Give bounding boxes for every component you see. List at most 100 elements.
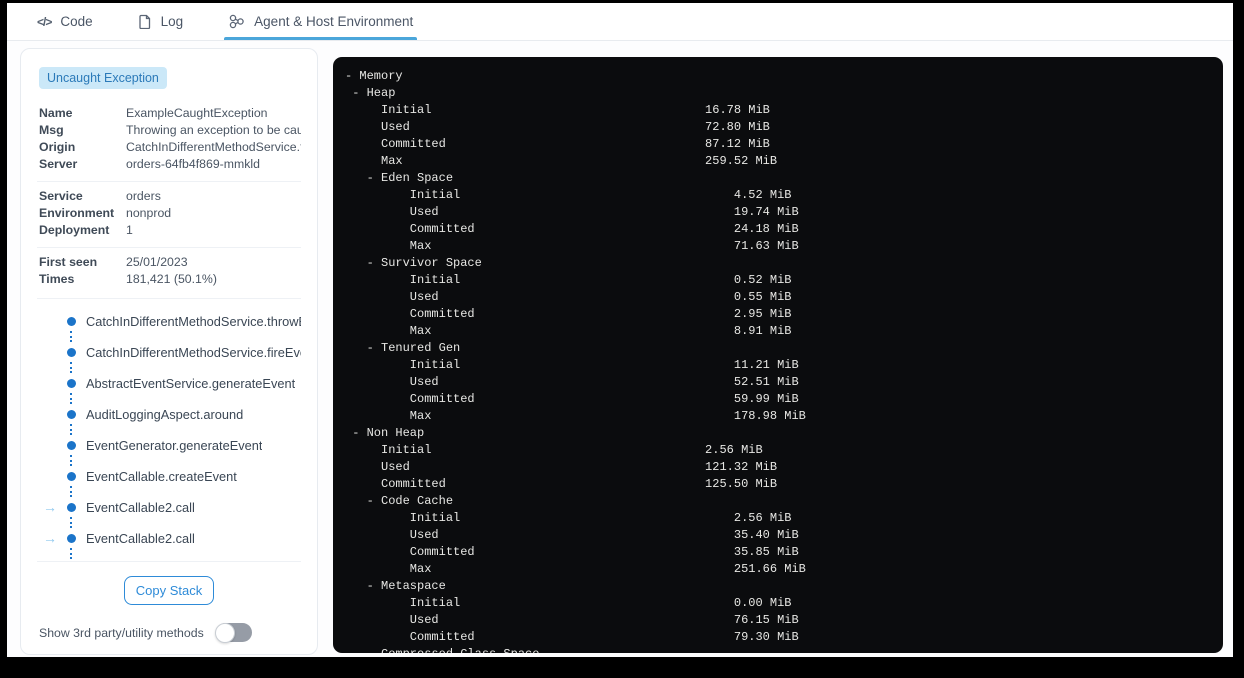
stack-connector	[70, 362, 301, 373]
memory-metric-line: Used 121.32 MiB	[345, 460, 778, 474]
tab-agent-host-environment[interactable]: Agent & Host Environment	[224, 3, 418, 40]
toggle-label: Show 3rd party/utility methods	[39, 625, 204, 640]
stack-frame[interactable]: EventCallable.createEvent	[37, 466, 301, 486]
memory-metric-line: Committed 79.30 MiB	[345, 630, 799, 644]
stack-frame[interactable]: EventGenerator.generateEvent	[37, 435, 301, 455]
exception-detail-groups: Name ExampleCaughtException Msg Throwing an…	[37, 99, 301, 296]
frame-marker-icon	[67, 347, 76, 357]
stack-connector	[70, 331, 301, 342]
stack-frame[interactable]: → EventCallable2.call	[37, 497, 301, 517]
detail-label: Name	[39, 106, 73, 120]
memory-metric-line: Initial 16.78 MiB	[345, 103, 770, 117]
stack-connector	[70, 424, 301, 435]
copy-stack-button[interactable]: Copy Stack	[123, 576, 215, 605]
tab-label: Code	[60, 14, 93, 29]
detail-label: Msg	[39, 123, 64, 137]
tab-bar: </> Code Log Agent & Host Environment	[7, 3, 1233, 41]
frame-marker-icon	[67, 502, 76, 512]
memory-metric-line: Committed 24.18 MiB	[345, 222, 799, 236]
detail-label: Server	[39, 157, 78, 171]
detail-row: Times 181,421 (50.1%)	[39, 271, 301, 288]
frame-marker-icon	[67, 409, 76, 419]
detail-label: Origin	[39, 140, 76, 154]
detail-row: Origin CatchInDifferentMethodService.thro…	[39, 139, 301, 156]
stack-frame-label: CatchInDifferentMethodService.fireEvent	[86, 344, 301, 360]
detail-value: 1	[126, 223, 133, 237]
stack-frame[interactable]: pool-2-thread-3	[37, 559, 301, 561]
memory-metric-line: Used 19.74 MiB	[345, 205, 799, 219]
memory-metric-line: Initial 11.21 MiB	[345, 358, 799, 372]
memory-branch-line[interactable]: - Non Heap	[345, 425, 1209, 442]
detail-label: First seen	[39, 255, 98, 269]
frame-marker-icon	[67, 533, 76, 543]
memory-metric-line: Initial 4.52 MiB	[345, 188, 792, 202]
stack-frame[interactable]: CatchInDifferentMethodService.throwEx...	[37, 311, 301, 331]
detail-value: 25/01/2023	[126, 255, 188, 269]
memory-branch-line[interactable]: - Eden Space	[345, 170, 1209, 187]
stack-frame-label: EventCallable.createEvent	[86, 468, 237, 484]
memory-metric-line: Used 0.55 MiB	[345, 290, 792, 304]
stack-frame-label: EventCallable2.call	[86, 530, 195, 546]
stack-frame[interactable]: CatchInDifferentMethodService.fireEvent	[37, 342, 301, 362]
stack-connector	[70, 455, 301, 466]
app-window: </> Code Log Agent & Host Environment Un…	[7, 3, 1233, 657]
tab-log[interactable]: Log	[138, 3, 184, 40]
memory-metric-line: Used 35.40 MiB	[345, 528, 799, 542]
memory-branch-line[interactable]: - Survivor Space	[345, 255, 1209, 272]
memory-metric-line: Used 76.15 MiB	[345, 613, 799, 627]
detail-group: Service orders Environment nonprod Deploymen…	[37, 181, 301, 247]
memory-metric-line: Max 259.52 MiB	[345, 154, 778, 168]
toggle-knob	[214, 622, 235, 643]
tab-label: Log	[160, 14, 184, 29]
frame-marker-icon	[67, 440, 76, 450]
memory-metric-line: Used 72.80 MiB	[345, 120, 770, 134]
detail-row: Deployment 1	[39, 222, 301, 239]
stack-frame[interactable]: AuditLoggingAspect.around	[37, 404, 301, 424]
detail-row: Msg Throwing an exception to be caught by…	[39, 122, 301, 139]
tab-label: Agent & Host Environment	[254, 14, 414, 29]
memory-metric-line: Max 8.91 MiB	[345, 324, 792, 338]
memory-branch-line[interactable]: - Memory	[345, 68, 1209, 85]
memory-tree-panel: - Memory - Heap Initial 16.78 MiB Used 7…	[333, 57, 1223, 653]
memory-metric-line: Used 52.51 MiB	[345, 375, 799, 389]
memory-metric-line: Initial 2.56 MiB	[345, 443, 763, 457]
frame-marker-icon	[67, 316, 76, 326]
memory-metric-line: Max 71.63 MiB	[345, 239, 799, 253]
stack-connector	[70, 393, 301, 404]
frame-marker-icon	[67, 378, 76, 388]
current-frame-arrow-icon: →	[43, 499, 57, 515]
detail-row: Service orders	[39, 188, 301, 205]
stack-connector	[70, 548, 301, 559]
detail-value: nonprod	[126, 206, 172, 220]
stack-frame[interactable]: → EventCallable2.call	[37, 528, 301, 548]
detail-value: orders-64fb4f869-mmkld	[126, 157, 260, 171]
log-icon	[138, 14, 152, 29]
agent-host-icon	[228, 13, 245, 30]
detail-value: Throwing an exception to be caught by a …	[126, 123, 301, 137]
exception-details-card: Uncaught Exception Name ExampleCaughtExce…	[20, 48, 318, 655]
memory-metric-line: Max 251.66 MiB	[345, 562, 806, 576]
memory-metric-line: Committed 59.99 MiB	[345, 392, 799, 406]
third-party-toggle[interactable]	[214, 622, 252, 643]
memory-branch-line[interactable]: - Tenured Gen	[345, 340, 1209, 357]
memory-metric-line: Initial 2.56 MiB	[345, 511, 792, 525]
stack-frame-label: AuditLoggingAspect.around	[86, 406, 244, 422]
memory-metric-line: Initial 0.00 MiB	[345, 596, 792, 610]
memory-branch-line[interactable]: - Compressed Class Space	[345, 646, 1209, 653]
stack-frame[interactable]: AbstractEventService.generateEvent	[37, 373, 301, 393]
memory-metric-line: Committed 87.12 MiB	[345, 137, 770, 151]
memory-metric-line: Committed 2.95 MiB	[345, 307, 792, 321]
detail-row: Server orders-64fb4f869-mmkld	[39, 156, 301, 173]
stack-frame-label: EventGenerator.generateEvent	[86, 437, 263, 453]
stack-frame-label: AbstractEventService.generateEvent	[86, 375, 296, 391]
code-icon: </>	[37, 14, 52, 29]
tab-code[interactable]: </> Code	[37, 3, 93, 40]
detail-value: CatchInDifferentMethodService.throwExcep	[126, 140, 301, 154]
memory-branch-line[interactable]: - Code Cache	[345, 493, 1209, 510]
frame-marker-icon	[67, 471, 76, 481]
stack-actions: Copy Stack Show 3rd party/utility method…	[37, 561, 301, 643]
memory-branch-line[interactable]: - Metaspace	[345, 578, 1209, 595]
memory-metric-line: Committed 125.50 MiB	[345, 477, 778, 491]
memory-branch-line[interactable]: - Heap	[345, 85, 1209, 102]
detail-group: First seen 25/01/2023 Times 181,421 (50.1%)	[37, 247, 301, 296]
